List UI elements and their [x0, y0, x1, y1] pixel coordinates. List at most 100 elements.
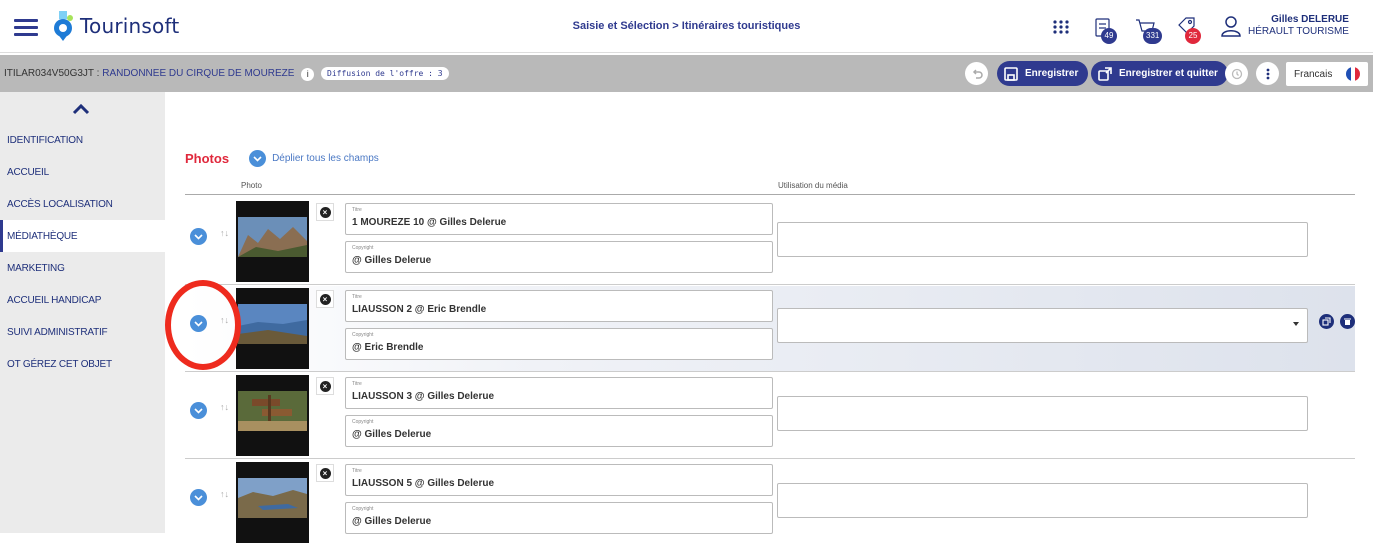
remove-photo-button[interactable]: × [316, 377, 334, 395]
title-value: 1 MOUREZE 10 @ Gilles Delerue [352, 217, 507, 228]
field-label: Titre [352, 468, 362, 474]
save-label: Enregistrer [1025, 68, 1079, 79]
sidebar-item-marketing[interactable]: MARKETING [0, 252, 165, 284]
user-org: HÉRAULT TOURISME [1248, 26, 1349, 37]
apps-grid-icon[interactable] [1050, 16, 1072, 38]
row-expand-chevron-icon[interactable] [190, 228, 207, 245]
row-expand-chevron-icon[interactable] [190, 402, 207, 419]
offer-reference: ITILAR034V50G3JT : RANDONNEE DU CIRQUE D… [4, 67, 449, 81]
field-label: Titre [352, 207, 362, 213]
undo-icon [972, 68, 983, 79]
media-row: ↑↓ × Titre 1 MOUREZE 10 @ Gilles Delerue… [185, 199, 1355, 285]
more-options-button[interactable] [1256, 62, 1279, 85]
column-header-usage: Utilisation du média [778, 181, 848, 190]
sidebar-item-label: MARKETING [7, 262, 65, 274]
section-title: Photos [185, 151, 230, 166]
media-usage-select[interactable] [777, 483, 1308, 518]
expand-all-link[interactable]: Déplier tous les champs [249, 150, 379, 167]
copyright-field[interactable]: Copyright @ Gilles Delerue [345, 241, 773, 273]
media-row: ↑↓ × Titre LIAUSSON 3 @ Gilles Delerue C… [185, 373, 1355, 459]
title-value: LIAUSSON 3 @ Gilles Delerue [352, 391, 495, 402]
tag-badge: 25 [1185, 28, 1201, 44]
app-logo[interactable]: Tourinsoft [52, 8, 179, 44]
copyright-field[interactable]: Copyright @ Gilles Delerue [345, 502, 773, 534]
media-usage-select[interactable] [777, 222, 1308, 257]
close-icon: × [319, 206, 331, 218]
sidebar-item-label: ACCÈS LOCALISATION [7, 198, 113, 210]
remove-photo-button[interactable]: × [316, 464, 334, 482]
copyright-value: @ Eric Brendle [352, 342, 424, 353]
title-field[interactable]: Titre LIAUSSON 5 @ Gilles Delerue [345, 464, 773, 496]
menu-icon[interactable] [14, 19, 38, 37]
copyright-field[interactable]: Copyright @ Gilles Delerue [345, 415, 773, 447]
sidebar-item-identification[interactable]: IDENTIFICATION [0, 124, 165, 156]
more-vertical-icon [1266, 68, 1269, 79]
cart-icon[interactable]: 331 [1134, 16, 1163, 44]
drag-handle-icon[interactable]: ↑↓ [220, 402, 229, 412]
save-and-quit-label: Enregistrer et quitter [1119, 68, 1218, 79]
sidebar-item-label: ACCUEIL HANDICAP [7, 294, 102, 306]
photo-thumbnail[interactable] [236, 462, 309, 543]
photo-thumbnail[interactable] [236, 375, 309, 456]
copyright-value: @ Gilles Delerue [352, 255, 432, 266]
save-and-quit-button[interactable]: Enregistrer et quitter [1091, 61, 1228, 86]
offer-separator: : [93, 68, 103, 79]
top-header: Tourinsoft Saisie et Sélection > Itinéra… [0, 0, 1373, 53]
logo-pin-icon [52, 11, 74, 41]
remove-photo-button[interactable]: × [316, 290, 334, 308]
expand-all-label: Déplier tous les champs [272, 153, 379, 164]
copyright-field[interactable]: Copyright @ Eric Brendle [345, 328, 773, 360]
sidebar-item-ot-gerez[interactable]: OT GÉREZ CET OBJET [0, 348, 165, 380]
row-expand-chevron-icon[interactable] [190, 489, 207, 506]
drag-handle-icon[interactable]: ↑↓ [220, 228, 229, 238]
drag-handle-icon[interactable]: ↑↓ [220, 489, 229, 499]
checklist-icon[interactable]: 49 [1092, 16, 1117, 44]
language-label: Francais [1294, 68, 1333, 80]
history-icon [1231, 68, 1242, 79]
row-expand-chevron-icon[interactable] [190, 315, 207, 332]
save-icon [1004, 66, 1018, 81]
sidebar-item-label: SUIVI ADMINISTRATIF [7, 326, 108, 338]
sidebar-item-label: IDENTIFICATION [7, 134, 83, 146]
diffusion-pill[interactable]: Diffusion de l'offre : 3 [321, 67, 449, 80]
title-field[interactable]: Titre LIAUSSON 2 @ Eric Brendle [345, 290, 773, 322]
field-label: Titre [352, 381, 362, 387]
language-select[interactable]: Francais [1286, 62, 1368, 86]
close-icon: × [319, 380, 331, 392]
collapse-chevron-up-icon[interactable] [68, 99, 94, 119]
photo-thumbnail[interactable] [236, 201, 309, 282]
delete-button[interactable] [1340, 314, 1355, 329]
sidebar-item-acces-localisation[interactable]: ACCÈS LOCALISATION [0, 188, 165, 220]
media-usage-select[interactable] [777, 396, 1308, 431]
title-value: LIAUSSON 2 @ Eric Brendle [352, 304, 487, 315]
media-usage-select[interactable] [777, 308, 1308, 343]
remove-photo-button[interactable]: × [316, 203, 334, 221]
duplicate-button[interactable] [1319, 314, 1334, 329]
breadcrumb[interactable]: Saisie et Sélection > Itinéraires touris… [573, 20, 801, 32]
field-label: Copyright [352, 245, 374, 251]
title-field[interactable]: Titre LIAUSSON 3 @ Gilles Delerue [345, 377, 773, 409]
field-label: Titre [352, 294, 362, 300]
sidebar-item-accueil-handicap[interactable]: ACCUEIL HANDICAP [0, 284, 165, 316]
sidebar-item-accueil[interactable]: ACCUEIL [0, 156, 165, 188]
logo-text: Tourinsoft [80, 14, 180, 38]
photo-thumbnail[interactable] [236, 288, 309, 369]
title-field[interactable]: Titre 1 MOUREZE 10 @ Gilles Delerue [345, 203, 773, 235]
user-name: Gilles DELERUE [1271, 14, 1349, 25]
copyright-value: @ Gilles Delerue [352, 429, 432, 440]
user-menu[interactable]: Gilles DELERUE HÉRAULT TOURISME [1220, 14, 1349, 38]
media-row: ↑↓ × Titre LIAUSSON 2 @ Eric Brendle Cop… [185, 286, 1355, 372]
cart-badge: 331 [1143, 28, 1163, 44]
sidebar-item-suivi-administratif[interactable]: SUIVI ADMINISTRATIF [0, 316, 165, 348]
sidebar-item-mediatheque[interactable]: MÉDIATHÈQUE [0, 220, 165, 252]
drag-handle-icon[interactable]: ↑↓ [220, 315, 229, 325]
save-button[interactable]: Enregistrer [997, 61, 1089, 86]
history-button[interactable] [1225, 62, 1248, 85]
undo-button[interactable] [965, 62, 988, 85]
field-label: Copyright [352, 506, 374, 512]
media-row: ↑↓ × Titre LIAUSSON 5 @ Gilles Delerue C… [185, 460, 1355, 546]
trash-icon [1344, 318, 1351, 325]
info-icon[interactable]: i [301, 68, 315, 81]
sidebar-item-label: OT GÉREZ CET OBJET [7, 358, 112, 370]
tag-icon[interactable]: 25 [1176, 16, 1201, 44]
